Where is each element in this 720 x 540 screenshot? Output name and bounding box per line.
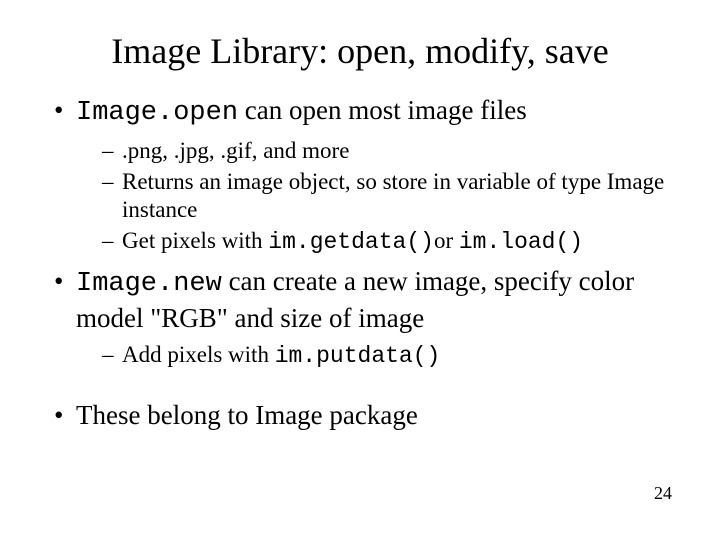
code-getdata: im.getdata() [268, 229, 434, 255]
code-image-open: Image.open [76, 98, 238, 128]
slide-title: Image Library: open, modify, save [50, 30, 670, 72]
bullet-package: These belong to Image package [50, 399, 670, 433]
bullet-group-2: Image.new can create a new image, specif… [50, 265, 670, 371]
code-image-new: Image.new [76, 269, 222, 299]
sub-bullet-formats: .png, .jpg, .gif, and more [50, 137, 670, 166]
text-putdata-pre: Add pixels with [122, 342, 275, 367]
sub-bullet-returns: Returns an image object, so store in var… [50, 168, 670, 226]
spacer [50, 379, 670, 399]
page-number: 24 [654, 483, 672, 504]
text-getpixels-mid: or [434, 228, 459, 253]
bullet-open: Image.open can open most image files [50, 94, 670, 131]
sub-bullet-getpixels: Get pixels with im.getdata()or im.load() [50, 227, 670, 257]
slide: Image Library: open, modify, save Image.… [0, 0, 720, 540]
code-load: im.load() [459, 229, 583, 255]
bullet-new: Image.new can create a new image, specif… [50, 265, 670, 336]
sub-bullet-putdata: Add pixels with im.putdata() [50, 341, 670, 371]
bullet-group-1: Image.open can open most image files .pn… [50, 94, 670, 257]
text-open-rest: can open most image files [238, 95, 527, 125]
code-putdata: im.putdata() [275, 343, 441, 369]
text-getpixels-pre: Get pixels with [122, 228, 268, 253]
